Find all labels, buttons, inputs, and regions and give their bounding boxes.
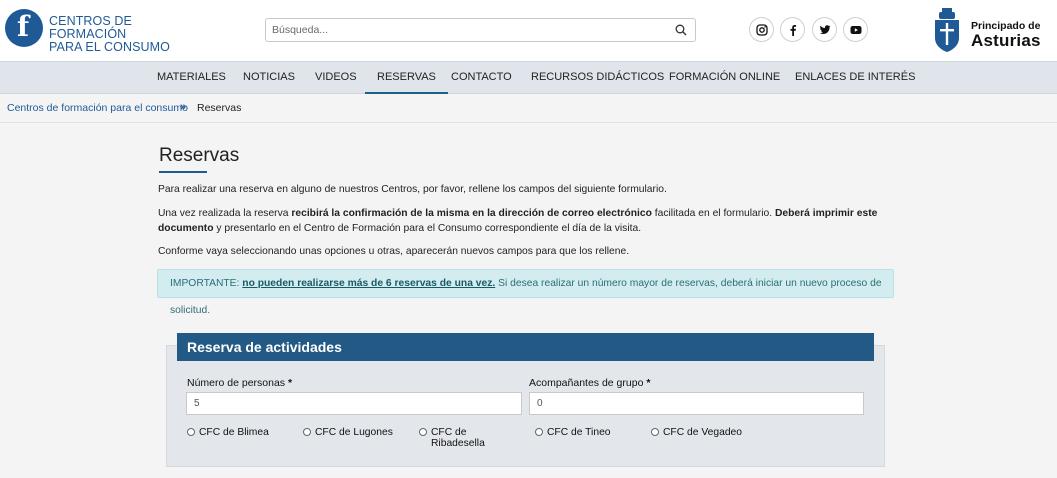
radio-cfc-blimea[interactable]: CFC de Blimea (187, 426, 297, 438)
twitter-button[interactable] (812, 17, 837, 42)
breadcrumb-separator-icon: » (180, 101, 187, 113)
radio-label: CFC de Blimea (199, 427, 269, 438)
persons-label: Número de personas * (187, 377, 292, 389)
nav-item-contacto[interactable]: CONTACTO (451, 62, 512, 93)
confirmation-text-c: facilitada en el formulario. (651, 208, 775, 219)
search-input[interactable] (272, 22, 662, 38)
brand-big-text: Asturias (971, 31, 1041, 50)
logo-mark-icon: f (5, 9, 43, 47)
companions-input[interactable] (529, 392, 864, 415)
breadcrumb-current: Reservas (197, 102, 242, 114)
principado-asturias-logo[interactable]: Principado de Asturias (933, 8, 1053, 52)
form-heading: Reserva de actividades (187, 339, 342, 355)
instagram-icon (756, 24, 768, 36)
confirmation-text-b: recibirá la confirmación de la misma en … (291, 208, 652, 219)
persons-input[interactable] (186, 392, 522, 415)
youtube-icon (850, 26, 862, 34)
page-title: Reservas (159, 145, 240, 166)
coat-of-arms-icon (935, 8, 959, 52)
form-heading-bar: Reserva de actividades (177, 333, 874, 361)
logo-text: CENTROS DE FORMACIÓN PARA EL CONSUMO (49, 15, 195, 54)
confirmation-text-e: y presentarlo en el Centro de Formación … (213, 222, 642, 234)
nav-item-reservas[interactable]: RESERVAS (365, 62, 448, 94)
confirmation-text-a: Una vez realizada la reserva (158, 208, 292, 219)
radio-button[interactable] (535, 428, 543, 436)
site-logo[interactable]: f CENTROS DE FORMACIÓN PARA EL CONSUMO (5, 9, 195, 54)
logo-line-2: PARA EL CONSUMO (49, 40, 170, 54)
radio-button[interactable] (303, 428, 311, 436)
nav-item-videos[interactable]: VIDEOS (315, 62, 357, 93)
radio-button[interactable] (187, 428, 195, 436)
nav-item-materiales[interactable]: MATERIALES (157, 62, 226, 93)
radio-label: CFC de Ribadesella (431, 427, 485, 449)
radio-button[interactable] (651, 428, 659, 436)
persons-label-text: Número de personas (187, 377, 286, 389)
intro-paragraph: Para realizar una reserva en alguno de n… (158, 184, 667, 195)
search-box (265, 18, 696, 42)
radio-button[interactable] (419, 428, 427, 436)
search-icon[interactable] (675, 24, 687, 36)
companions-label: Acompañantes de grupo * (529, 377, 650, 389)
radio-label: CFC de Tineo (547, 427, 611, 438)
nav-item-enlaces-de-interes[interactable]: ENLACES DE INTERÉS (795, 62, 915, 93)
main-nav: MATERIALES NOTICIAS VIDEOS RESERVAS CONT… (0, 61, 1057, 94)
logo-line-1: CENTROS DE FORMACIÓN (49, 14, 132, 41)
nav-item-recursos-didacticos[interactable]: RECURSOS DIDÁCTICOS (531, 62, 664, 93)
title-underline (159, 171, 207, 173)
radio-cfc-ribadesella[interactable]: CFC de Ribadesella (419, 426, 499, 450)
nav-item-noticias[interactable]: NOTICIAS (243, 62, 295, 93)
companions-label-text: Acompañantes de grupo (529, 377, 644, 389)
nav-item-formacion-online[interactable]: FORMACIÓN ONLINE (669, 62, 780, 93)
facebook-button[interactable] (780, 17, 805, 42)
radio-label: CFC de Lugones (315, 427, 393, 438)
radio-cfc-tineo[interactable]: CFC de Tineo (535, 426, 645, 438)
radio-label: CFC de Vegadeo (663, 427, 742, 438)
instructions-paragraph: Conforme vaya seleccionando unas opcione… (158, 246, 630, 257)
facebook-icon (790, 25, 797, 36)
radio-cfc-lugones[interactable]: CFC de Lugones (303, 426, 413, 438)
companions-required-mark: * (646, 377, 651, 389)
youtube-button[interactable] (843, 17, 868, 42)
twitter-icon (819, 25, 831, 34)
radio-cfc-vegadeo[interactable]: CFC de Vegadeo (651, 426, 761, 438)
notice-prefix: IMPORTANTE: (170, 278, 243, 289)
site-header: f CENTROS DE FORMACIÓN PARA EL CONSUMO B… (0, 0, 1057, 61)
instagram-button[interactable] (749, 17, 774, 42)
breadcrumb: Centros de formación para el consumo » R… (0, 94, 1057, 123)
persons-required-mark: * (287, 377, 293, 389)
confirmation-paragraph: Una vez realizada la reserva recibirá la… (158, 207, 878, 236)
important-notice: IMPORTANTE: no pueden realizarse más de … (157, 269, 894, 316)
breadcrumb-home-link[interactable]: Centros de formación para el consumo (7, 102, 188, 114)
notice-link[interactable]: no pueden realizarse más de 6 reservas d… (242, 278, 495, 289)
